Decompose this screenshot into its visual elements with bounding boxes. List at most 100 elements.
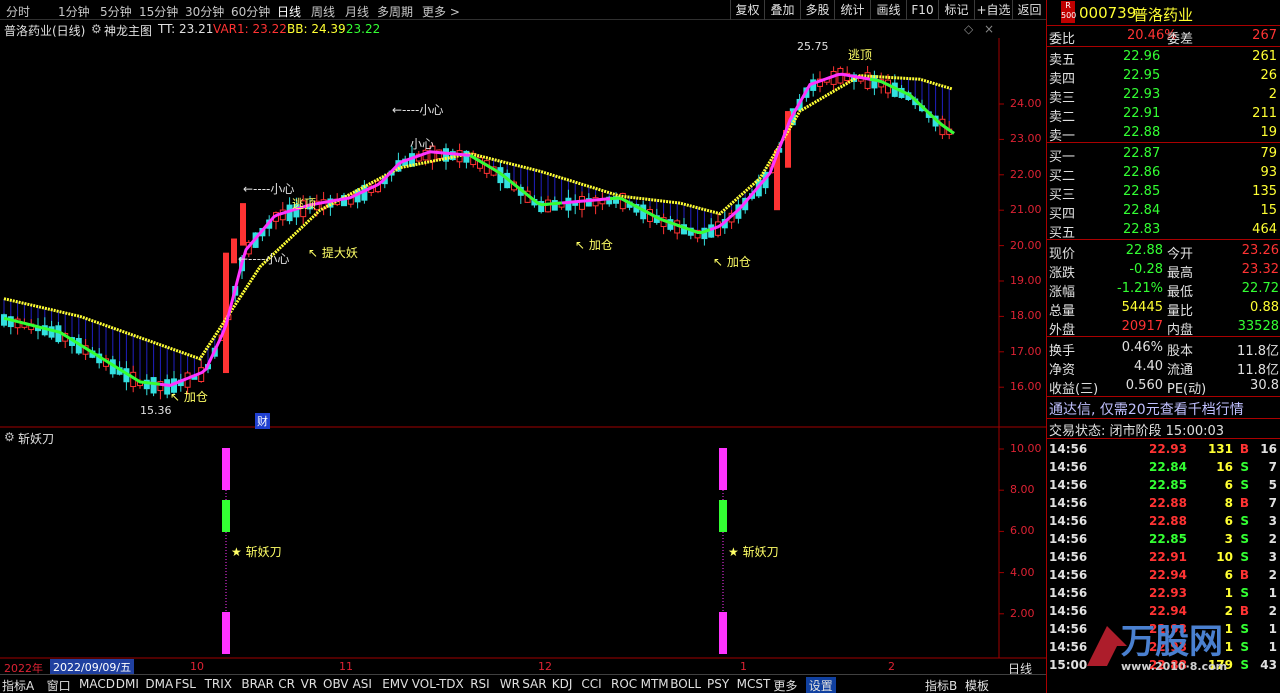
indicator-tab[interactable]: MACD bbox=[79, 677, 115, 691]
sub-axis-label: 4.00 bbox=[1010, 565, 1035, 579]
indicator-tab[interactable]: BOLL bbox=[670, 677, 701, 691]
tick-price: 22.88 bbox=[1149, 496, 1187, 510]
lift-demon-label: ↖ 提大妖 bbox=[308, 246, 358, 260]
bid-row: 买五 22.83 464 bbox=[1047, 221, 1280, 241]
indicator-tab[interactable]: MTM bbox=[641, 677, 669, 691]
indicator-tab[interactable]: WR bbox=[500, 677, 520, 691]
indicator-tab[interactable]: VR bbox=[301, 677, 318, 691]
weibi-row: 委比 20.46% 委差 267 bbox=[1047, 27, 1280, 47]
indicator-tab[interactable]: TRIX bbox=[205, 677, 232, 691]
bid-volume: 15 bbox=[1260, 203, 1277, 218]
sub-gear-icon[interactable]: ⚙ bbox=[4, 430, 15, 444]
stock-name: 普洛药业 bbox=[1133, 6, 1194, 24]
tick-direction: B bbox=[1239, 442, 1249, 456]
bid-volume: 135 bbox=[1252, 184, 1277, 199]
bid-price: 22.87 bbox=[1123, 146, 1161, 161]
indicator-tab[interactable]: KDJ bbox=[552, 677, 573, 691]
bid-label: 买四 bbox=[1049, 207, 1076, 222]
price-axis-label: 19.00 bbox=[1010, 274, 1042, 287]
indicator-tab[interactable]: VOL-TDX bbox=[412, 677, 464, 691]
quote-value: 54445 bbox=[1121, 300, 1163, 315]
tick-count: 7 bbox=[1268, 496, 1277, 510]
sub-indicator-name[interactable]: 斩妖刀 bbox=[18, 430, 54, 447]
bid-row: 买四 22.84 15 bbox=[1047, 202, 1280, 222]
indicator-b-tab[interactable]: 模板 bbox=[965, 677, 989, 693]
ask-volume: 2 bbox=[1268, 87, 1277, 102]
kline-chart[interactable] bbox=[0, 0, 1046, 674]
bid-price: 22.86 bbox=[1123, 165, 1161, 180]
green-trend-segment bbox=[3, 316, 161, 386]
indicator-tab[interactable]: CCI bbox=[581, 677, 601, 691]
bid-row: 买三 22.85 135 bbox=[1047, 183, 1280, 203]
tick-volume: 8 bbox=[1224, 496, 1233, 510]
quote-value: 22.88 bbox=[1125, 243, 1163, 258]
indicator-tab[interactable]: DMA bbox=[145, 677, 173, 691]
ask-label: 卖三 bbox=[1049, 91, 1076, 106]
bid-volume: 93 bbox=[1260, 165, 1277, 180]
price-axis-label: 17.00 bbox=[1010, 344, 1042, 358]
quote-label: 量比 bbox=[1167, 304, 1194, 319]
sub-axis-label: 10.00 bbox=[1010, 442, 1042, 455]
tick-volume: 3 bbox=[1224, 532, 1233, 546]
tick-price: 22.85 bbox=[1149, 478, 1187, 492]
indicator-tab[interactable]: FSL bbox=[175, 677, 196, 691]
bid-price: 22.85 bbox=[1123, 184, 1161, 199]
tick-price: 22.88 bbox=[1149, 514, 1187, 528]
quote-value: 20917 bbox=[1121, 319, 1163, 334]
indicator-tab[interactable]: SAR bbox=[522, 677, 546, 691]
timeline-cursor-date: 2022/09/09/五 bbox=[50, 659, 135, 675]
price-axis-ticks bbox=[999, 103, 1004, 388]
ask-row: 卖三 22.93 2 bbox=[1047, 86, 1280, 106]
fund-label: 收益(三) bbox=[1049, 382, 1099, 397]
tick-direction: S bbox=[1240, 640, 1249, 654]
tick-time: 14:56 bbox=[1049, 478, 1088, 492]
indicator-tab[interactable]: MCST bbox=[737, 677, 771, 691]
quote-value: 33528 bbox=[1237, 319, 1279, 334]
tick-count: 7 bbox=[1268, 460, 1277, 474]
indicator-tab[interactable]: ASI bbox=[353, 677, 372, 691]
tick-time: 14:56 bbox=[1049, 442, 1088, 456]
tick-count: 1 bbox=[1268, 640, 1277, 654]
add-position-label-3: ↖ 加仓 bbox=[713, 255, 751, 269]
indicator-tab[interactable]: PSY bbox=[707, 677, 729, 691]
tick-volume: 179 bbox=[1207, 658, 1233, 672]
indicator-tab[interactable]: ROC bbox=[611, 677, 637, 691]
fund-label: 股本 bbox=[1167, 344, 1194, 359]
indicator-tab[interactable]: EMV bbox=[382, 677, 408, 691]
tick-volume: 1 bbox=[1224, 622, 1233, 636]
tick-volume: 1 bbox=[1224, 640, 1233, 654]
indicator-tab[interactable]: 设置 bbox=[805, 677, 836, 693]
quote-row: 现价 22.88 今开 23.26 bbox=[1047, 242, 1280, 262]
finance-marker[interactable]: 财 bbox=[255, 413, 270, 429]
tick-time: 15:00 bbox=[1049, 658, 1088, 672]
indicator-tab[interactable]: 指标A bbox=[2, 677, 34, 693]
escape-top-label-2: 逃顶 bbox=[292, 197, 317, 211]
weicha-label: 委差 bbox=[1167, 32, 1194, 47]
indicator-b-tab[interactable]: 指标B bbox=[925, 677, 957, 693]
quote-value: 22.72 bbox=[1241, 281, 1279, 296]
tick-price: 22.85 bbox=[1149, 532, 1187, 546]
indicator-tab[interactable]: DMI bbox=[116, 677, 139, 691]
tick-row: 14:56 22.93 131 B 16 bbox=[1047, 440, 1280, 458]
fund-value: 0.560 bbox=[1125, 378, 1163, 393]
indicator-tab[interactable]: OBV bbox=[323, 677, 349, 691]
quote-value: 0.88 bbox=[1250, 300, 1279, 315]
timeline: 2022年 2022/09/09/五 10 11 12 1 2 日线 bbox=[0, 659, 1046, 676]
tick-volume: 6 bbox=[1224, 478, 1233, 492]
ask-label: 卖四 bbox=[1049, 72, 1076, 87]
price-axis-label: 16.00 bbox=[1010, 380, 1042, 394]
tick-volume: 131 bbox=[1207, 442, 1233, 456]
indicator-tab[interactable]: 更多 bbox=[773, 677, 797, 693]
indicator-tab[interactable]: BRAR bbox=[241, 677, 274, 691]
fund-row: 换手 0.46% 股本 11.8亿 bbox=[1047, 339, 1280, 359]
indicator-tab[interactable]: 窗口 bbox=[47, 677, 71, 693]
ask-price: 22.96 bbox=[1123, 49, 1161, 64]
fund-label: PE(动) bbox=[1167, 382, 1207, 397]
bid-price: 22.84 bbox=[1123, 203, 1161, 218]
indicator-tab[interactable]: CR bbox=[278, 677, 295, 691]
upgrade-notice[interactable]: 通达信, 仅需20元查看千档行情 bbox=[1049, 399, 1244, 419]
timeline-oct: 10 bbox=[190, 660, 204, 673]
indicator-tab[interactable]: RSI bbox=[470, 677, 490, 691]
tick-time: 14:56 bbox=[1049, 622, 1088, 636]
careful-label-3: ←----小心 bbox=[238, 252, 290, 266]
